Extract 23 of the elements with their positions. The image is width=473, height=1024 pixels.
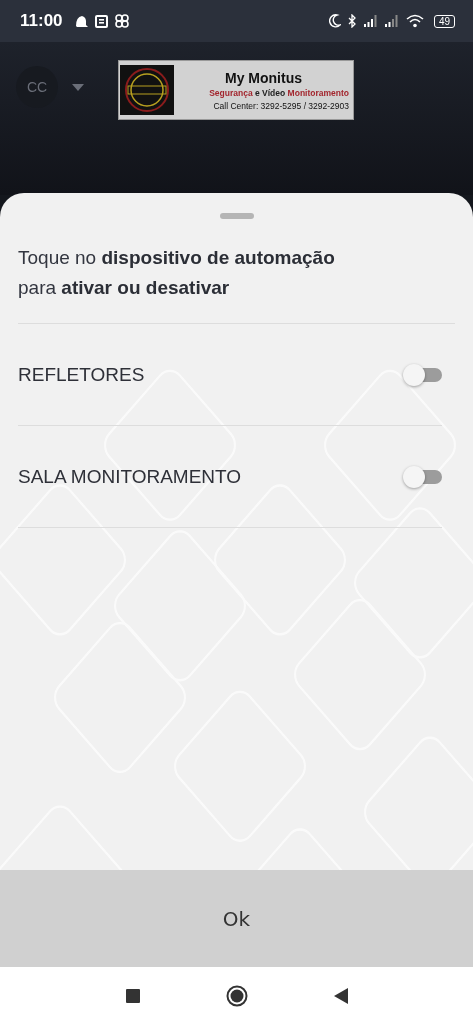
- news-icon: [94, 14, 108, 28]
- home-icon[interactable]: [225, 984, 248, 1007]
- device-name: REFLETORES: [18, 363, 145, 386]
- drag-handle[interactable]: [219, 213, 254, 219]
- signal-icon: [384, 15, 399, 27]
- instruction-text: Toque no dispositivo de automação para ativar ou desativar: [18, 243, 455, 324]
- recents-icon[interactable]: [125, 988, 140, 1003]
- dropdown-caret-icon[interactable]: [72, 83, 84, 91]
- logo-contact: Call Center: 3292-5295 / 3292-2903: [213, 100, 349, 111]
- logo-tagline: Segurança e Vídeo Monitoramento: [209, 87, 349, 98]
- clock: 11:00: [20, 11, 63, 31]
- emblem-icon: [120, 65, 174, 115]
- logo-title: My Monitus: [225, 69, 302, 86]
- device-name: SALA MONITORAMENTO: [18, 465, 242, 488]
- bell-icon: [73, 14, 88, 28]
- ok-button[interactable]: Ok: [0, 870, 473, 967]
- fan-icon: [114, 14, 129, 28]
- signal-icon: [363, 15, 378, 27]
- moon-icon: [328, 14, 341, 28]
- battery-indicator: 49: [433, 14, 455, 28]
- bluetooth-icon: [347, 14, 357, 28]
- wifi-icon: [405, 14, 424, 28]
- back-icon[interactable]: [333, 987, 348, 1004]
